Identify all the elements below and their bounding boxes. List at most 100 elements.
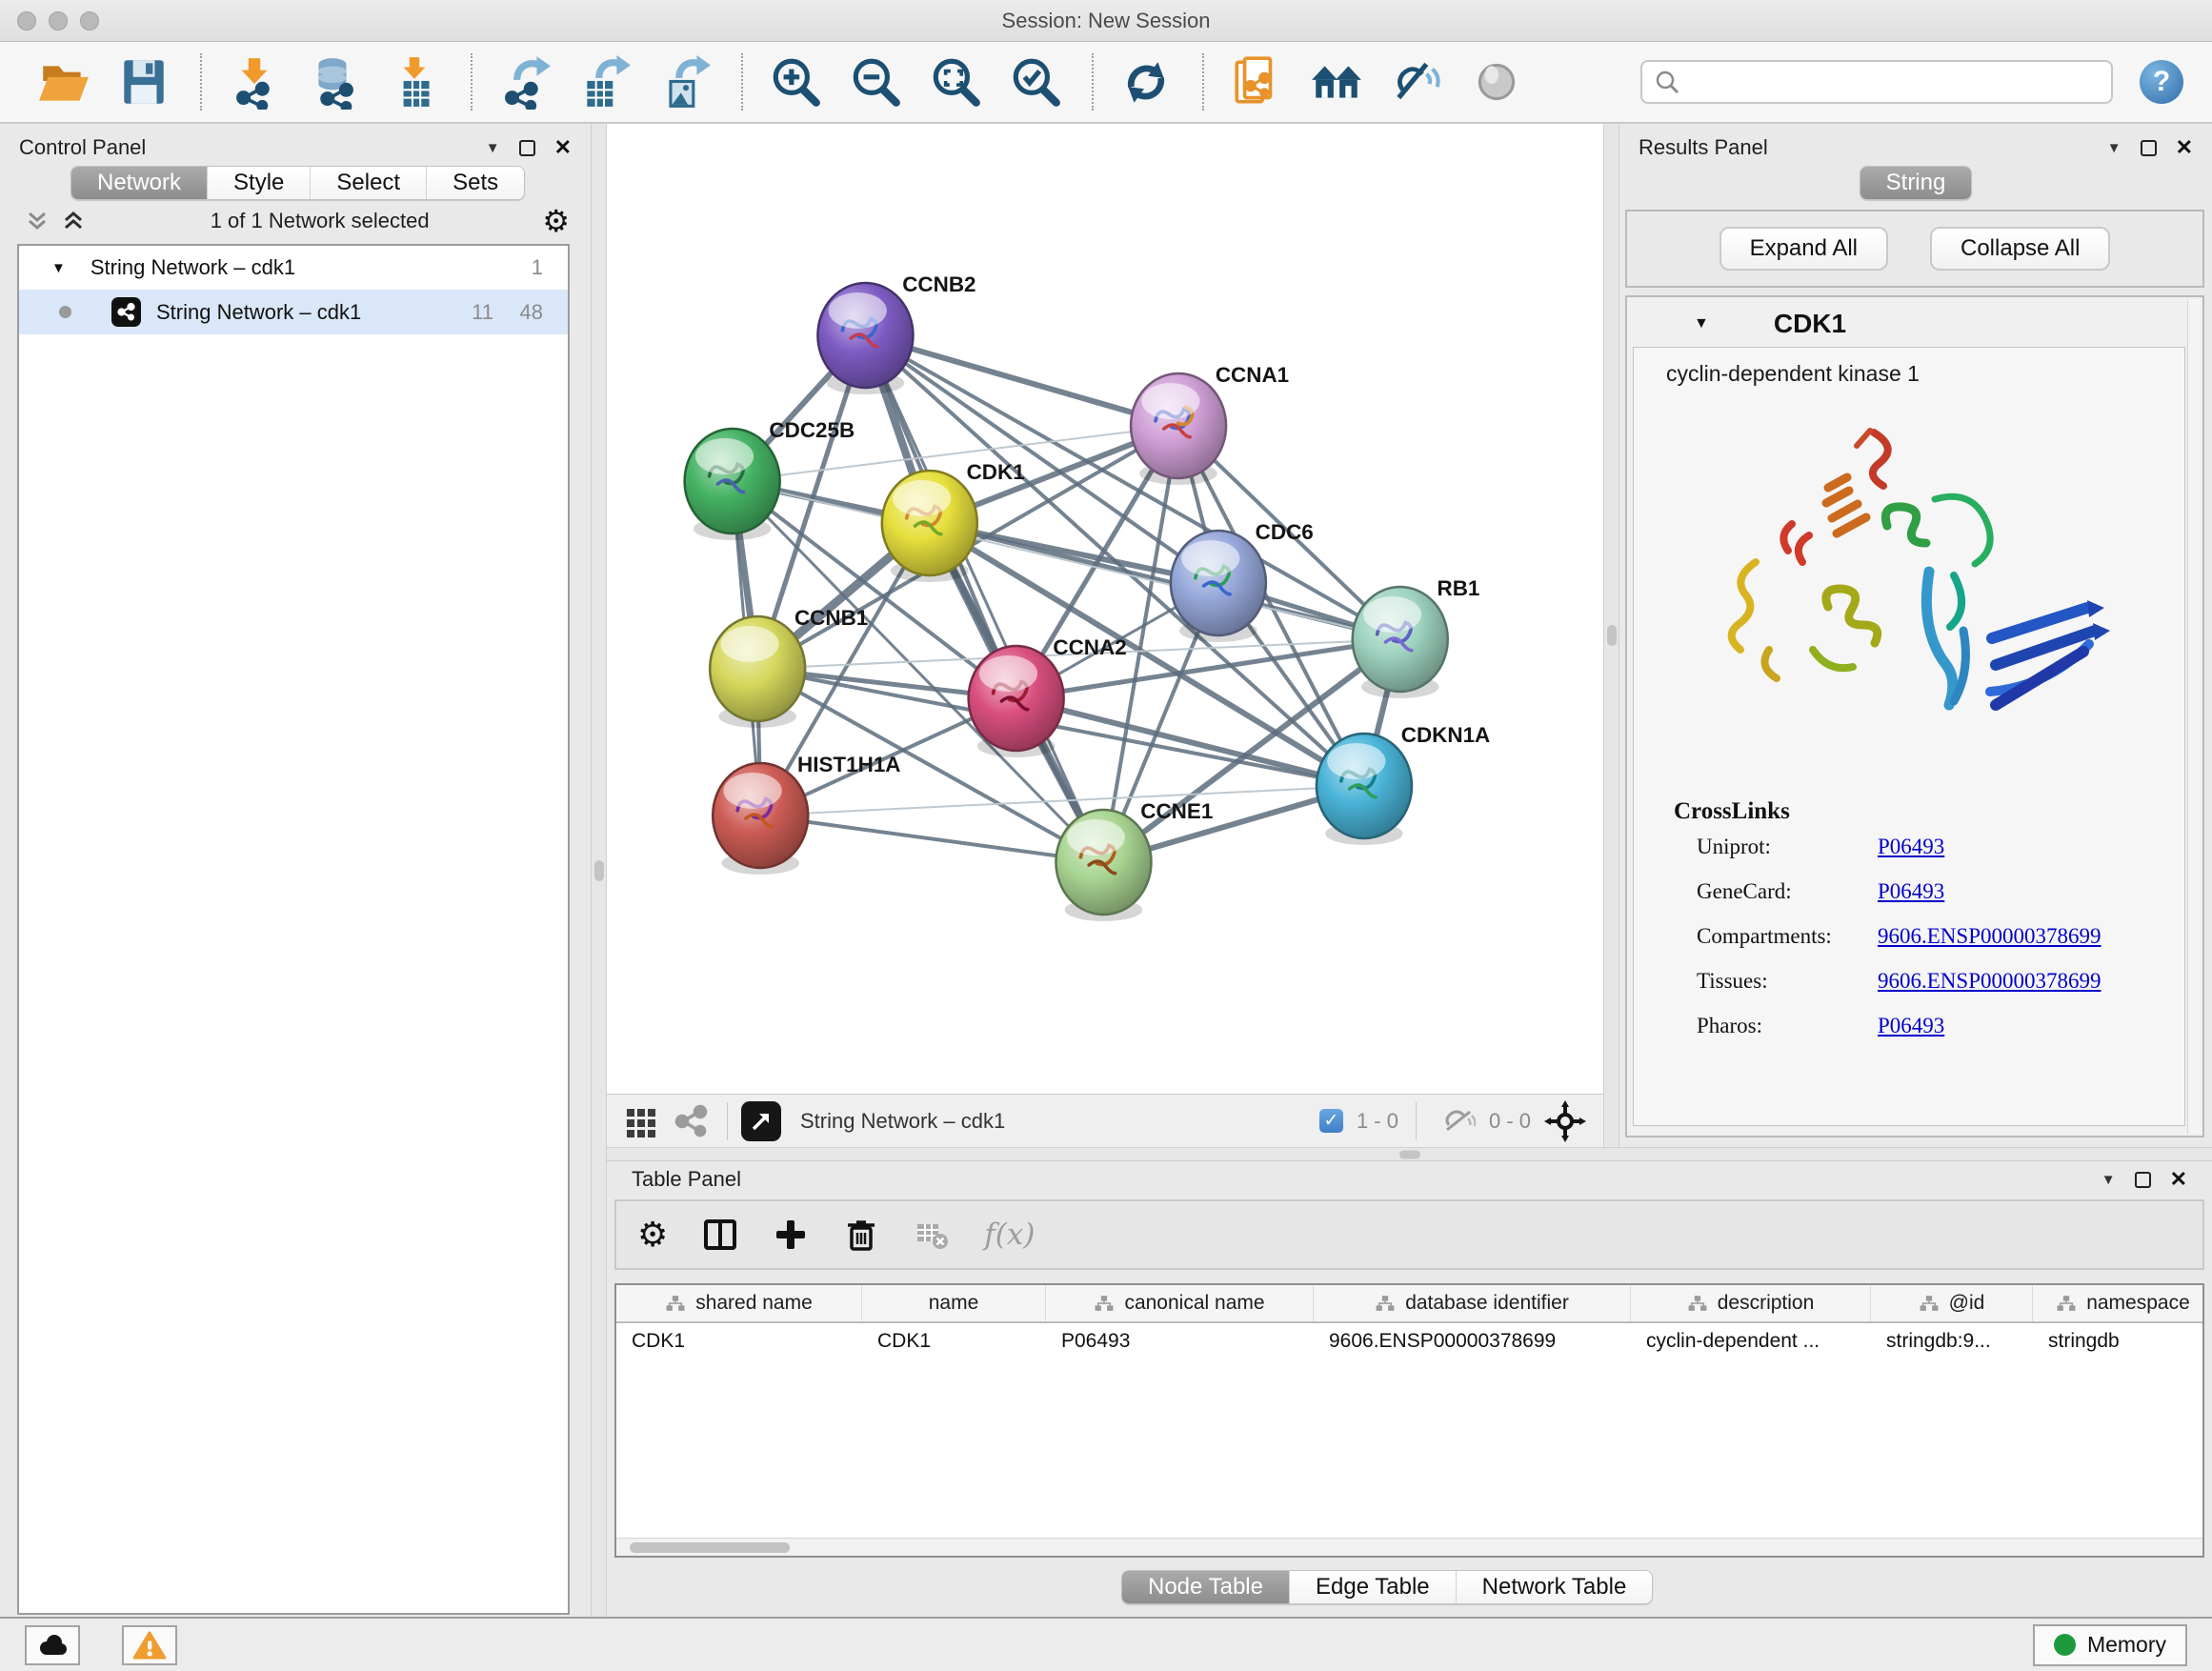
crosslink-value-link[interactable]: P06493 — [1878, 835, 1944, 859]
tab-sets[interactable]: Sets — [427, 167, 524, 199]
network-options-gear-icon[interactable]: ⚙ — [542, 206, 570, 236]
zoom-out-icon[interactable] — [848, 54, 903, 110]
table-panel-collapse-icon[interactable]: ▼ — [2101, 1172, 2116, 1188]
table-row[interactable]: CDK1CDK1P064939606.ENSP00000378699cyclin… — [616, 1323, 2202, 1359]
table-cell[interactable]: stringdb:9... — [1871, 1323, 2033, 1359]
crosslink-value-link[interactable]: P06493 — [1878, 879, 1944, 904]
detach-view-button[interactable] — [741, 1101, 781, 1141]
column-header-description[interactable]: description — [1631, 1285, 1871, 1321]
network-node-CDC6[interactable]: CDC6 — [1171, 520, 1314, 642]
column-header-database-identifier[interactable]: database identifier — [1314, 1285, 1631, 1321]
maximize-window-button[interactable] — [80, 11, 99, 30]
table-cell[interactable]: cyclin-dependent ... — [1631, 1323, 1871, 1359]
save-session-icon[interactable] — [116, 54, 171, 110]
network-share-icon[interactable] — [674, 1104, 708, 1138]
minimize-window-button[interactable] — [49, 11, 68, 30]
results-scrollbar[interactable] — [2187, 299, 2201, 1134]
export-table-icon[interactable] — [577, 54, 633, 110]
protein-section-expand-icon[interactable]: ▼ — [1694, 315, 1709, 332]
fit-content-crosshair-icon[interactable] — [1544, 1100, 1586, 1142]
tab-string[interactable]: String — [1860, 167, 1972, 199]
collapse-all-button[interactable]: Collapse All — [1930, 227, 2110, 271]
export-image-icon[interactable] — [657, 54, 713, 110]
network-node-CDC25B[interactable]: CDC25B — [685, 418, 855, 540]
table-options-gear-icon[interactable]: ⚙ — [637, 1218, 668, 1252]
search-input[interactable] — [1688, 70, 2100, 94]
expand-all-button[interactable]: Expand All — [1719, 227, 1888, 271]
table-cell[interactable]: stringdb — [2033, 1323, 2204, 1359]
table-panel-close-icon[interactable]: ✕ — [2170, 1169, 2187, 1190]
first-neighbors-icon[interactable] — [1309, 54, 1364, 110]
right-splitter[interactable] — [1603, 124, 1619, 1147]
tab-node-table[interactable]: Node Table — [1122, 1571, 1290, 1603]
network-collection-row[interactable]: ▼ String Network – cdk1 1 — [19, 246, 568, 290]
results-panel-close-icon[interactable]: ✕ — [2176, 137, 2193, 158]
protein-section-header[interactable]: ▼ CDK1 — [1633, 301, 2185, 347]
help-icon[interactable]: ? — [2140, 60, 2183, 104]
network-node-CCNE1[interactable]: CCNE1 — [1056, 799, 1213, 921]
delete-column-icon[interactable] — [843, 1217, 879, 1253]
network-node-HIST1H1A[interactable]: HIST1H1A — [713, 753, 900, 875]
collection-expand-icon[interactable]: ▼ — [51, 260, 66, 276]
column-header-namespace[interactable]: namespace — [2033, 1285, 2202, 1321]
table-panel-float-icon[interactable] — [2135, 1172, 2151, 1188]
warning-status-button[interactable] — [122, 1625, 177, 1665]
show-columns-icon[interactable] — [702, 1217, 738, 1253]
import-network-file-icon[interactable] — [227, 54, 282, 110]
control-panel-close-icon[interactable]: ✕ — [554, 137, 572, 158]
network-canvas[interactable]: CCNB2CCNA1CDC25BCDK1CDC6RB1CCNB1CCNA2CDK… — [607, 124, 1603, 1094]
add-column-icon[interactable] — [773, 1217, 809, 1253]
column-header-canonical-name[interactable]: canonical name — [1046, 1285, 1314, 1321]
zoom-fit-icon[interactable] — [928, 54, 983, 110]
network-node-CCNB2[interactable]: CCNB2 — [817, 272, 975, 394]
tab-style[interactable]: Style — [208, 167, 311, 199]
table-cell[interactable]: CDK1 — [616, 1323, 862, 1359]
column-header-name[interactable]: name — [862, 1285, 1046, 1321]
hide-selected-icon[interactable] — [1389, 54, 1444, 110]
new-network-from-selection-icon[interactable] — [1229, 54, 1284, 110]
column-header-id[interactable]: @id — [1871, 1285, 2033, 1321]
table-cell[interactable]: CDK1 — [862, 1323, 1046, 1359]
network-row-selected[interactable]: String Network – cdk1 11 48 — [19, 290, 568, 334]
zoom-in-icon[interactable] — [768, 54, 823, 110]
tab-edge-table[interactable]: Edge Table — [1290, 1571, 1457, 1603]
collapse-all-networks-icon[interactable] — [25, 210, 50, 232]
selected-checkbox-icon[interactable]: ✓ — [1319, 1109, 1343, 1133]
crosslink-value-link[interactable]: P06493 — [1878, 1014, 1944, 1038]
control-panel-collapse-icon[interactable]: ▼ — [486, 140, 500, 156]
network-node-CCNA1[interactable]: CCNA1 — [1131, 363, 1289, 485]
network-node-CDKN1A[interactable]: CDKN1A — [1317, 723, 1490, 845]
scrollbar-thumb[interactable] — [630, 1542, 790, 1553]
table-cell[interactable]: P06493 — [1046, 1323, 1314, 1359]
column-header-shared-name[interactable]: shared name — [616, 1285, 862, 1321]
left-splitter[interactable] — [591, 124, 607, 1617]
results-panel-float-icon[interactable] — [2141, 140, 2157, 156]
control-panel-float-icon[interactable] — [519, 140, 535, 156]
crosslink-value-link[interactable]: 9606.ENSP00000378699 — [1878, 969, 2101, 994]
network-edge[interactable] — [865, 335, 1103, 862]
table-cell[interactable]: 9606.ENSP00000378699 — [1314, 1323, 1631, 1359]
network-node-CDK1[interactable]: CDK1 — [882, 460, 1025, 582]
network-node-CCNA2[interactable]: CCNA2 — [969, 635, 1127, 757]
results-panel-collapse-icon[interactable]: ▼ — [2107, 140, 2122, 156]
expand-all-networks-icon[interactable] — [61, 210, 86, 232]
network-node-RB1[interactable]: RB1 — [1353, 576, 1480, 698]
tab-select[interactable]: Select — [311, 167, 427, 199]
show-graphics-details-icon[interactable] — [1469, 54, 1524, 110]
import-table-file-icon[interactable] — [387, 54, 442, 110]
network-edge[interactable] — [760, 815, 1103, 862]
cloud-status-button[interactable] — [25, 1625, 80, 1665]
zoom-selected-icon[interactable] — [1008, 54, 1063, 110]
tab-network[interactable]: Network — [71, 167, 208, 199]
memory-button[interactable]: Memory — [2033, 1624, 2187, 1666]
crosslink-value-link[interactable]: 9606.ENSP00000378699 — [1878, 924, 2101, 949]
tab-network-table[interactable]: Network Table — [1457, 1571, 1653, 1603]
export-network-icon[interactable] — [497, 54, 553, 110]
table-horizontal-scrollbar[interactable] — [616, 1538, 2202, 1556]
horizontal-splitter[interactable] — [607, 1147, 2212, 1161]
close-window-button[interactable] — [17, 11, 36, 30]
refresh-icon[interactable] — [1118, 54, 1174, 110]
open-session-icon[interactable] — [36, 54, 91, 110]
birdseye-view-icon[interactable] — [624, 1104, 658, 1138]
import-network-database-icon[interactable] — [307, 54, 362, 110]
